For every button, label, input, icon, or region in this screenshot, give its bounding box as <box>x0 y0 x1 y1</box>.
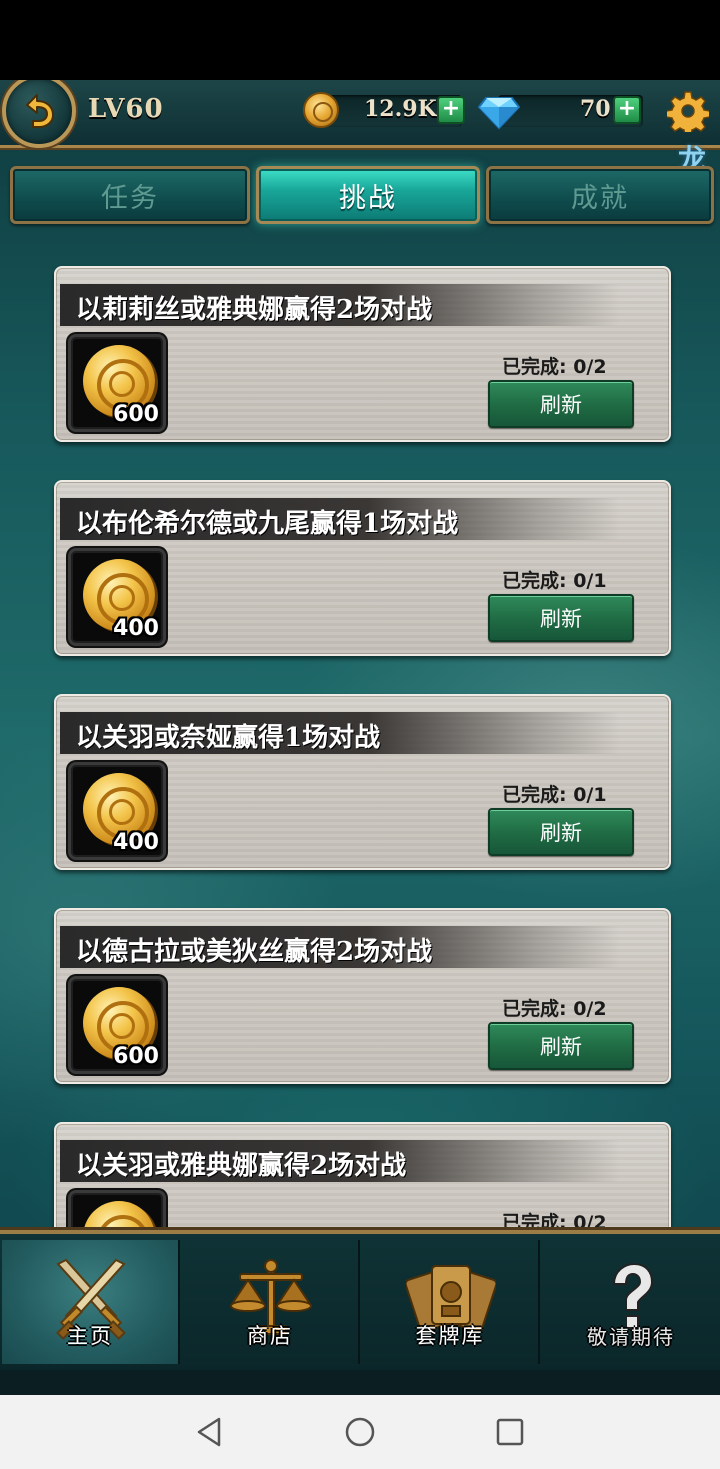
recent-apps-icon[interactable] <box>493 1415 527 1449</box>
reward-amount: 600 <box>113 1044 159 1069</box>
nav-label: 主页 <box>67 1324 113 1348</box>
challenge-title: 以关羽或雅典娜赢得2场对战 <box>76 1151 407 1181</box>
add-gem-button[interactable]: + <box>613 96 641 124</box>
game-screen: 以莉莉丝或雅典娜赢得2场对战 600 已完成: 0/2 刷新 以布伦希尔德或九尾… <box>0 80 720 1395</box>
refresh-button[interactable]: 刷新 <box>488 594 634 642</box>
status-bar <box>0 0 720 80</box>
reward-gold: 600 <box>68 334 166 432</box>
refresh-button[interactable]: 刷新 <box>488 1022 634 1070</box>
challenge-progress: 已完成: 0/2 <box>502 356 607 378</box>
back-button[interactable] <box>2 80 76 148</box>
gem-amount: 70 <box>580 96 611 122</box>
challenge-list[interactable]: 以莉莉丝或雅典娜赢得2场对战 600 已完成: 0/2 刷新 以布伦希尔德或九尾… <box>0 80 720 1230</box>
reward-gold: 600 <box>68 976 166 1074</box>
nav-coming-soon[interactable]: 敬请期待 <box>542 1240 720 1364</box>
home-circle-icon[interactable] <box>343 1415 377 1449</box>
reward-amount: 400 <box>113 830 159 855</box>
challenge-progress: 已完成: 0/2 <box>502 998 607 1020</box>
challenge-title: 以布伦希尔德或九尾赢得1场对战 <box>76 509 459 539</box>
challenge-card: 以莉莉丝或雅典娜赢得2场对战 600 已完成: 0/2 刷新 <box>54 266 671 442</box>
player-level: LV60 <box>88 94 164 124</box>
reward-amount: 600 <box>113 402 159 427</box>
tab-challenges[interactable]: 挑战 <box>256 166 480 224</box>
tab-achievements[interactable]: 成就 <box>486 166 714 224</box>
refresh-button[interactable]: 刷新 <box>488 808 634 856</box>
reward-gold: 400 <box>68 548 166 646</box>
challenge-card: 以关羽或奈娅赢得1场对战 400 已完成: 0/1 刷新 <box>54 694 671 870</box>
challenge-card: 以德古拉或美狄丝赢得2场对战 600 已完成: 0/2 刷新 <box>54 908 671 1084</box>
challenge-title: 以德古拉或美狄丝赢得2场对战 <box>76 937 433 967</box>
reward-amount: 400 <box>113 616 159 641</box>
challenge-card: 以关羽或雅典娜赢得2场对战 已完成: 0/2 刷新 <box>54 1122 671 1230</box>
add-gold-button[interactable]: + <box>437 96 465 124</box>
challenge-progress: 已完成: 0/2 <box>502 1212 607 1230</box>
nav-shop[interactable]: 商店 <box>182 1240 360 1364</box>
back-triangle-icon[interactable] <box>193 1415 227 1449</box>
reward-gold <box>68 1190 166 1230</box>
nav-home[interactable]: 主页 <box>2 1240 180 1364</box>
challenge-title: 以莉莉丝或雅典娜赢得2场对战 <box>76 295 433 325</box>
nav-deck[interactable]: 套牌库 <box>362 1240 540 1364</box>
refresh-button[interactable]: 刷新 <box>488 380 634 428</box>
reward-gold: 400 <box>68 762 166 860</box>
gold-coin-icon <box>303 92 339 128</box>
back-arrow-icon <box>26 94 54 128</box>
challenge-card: 以布伦希尔德或九尾赢得1场对战 400 已完成: 0/1 刷新 <box>54 480 671 656</box>
gold-coin-icon <box>83 1201 155 1230</box>
nav-label: 敬请期待 <box>587 1325 675 1349</box>
bottom-nav: 主页 商店 套牌库 敬请期待 <box>0 1230 720 1395</box>
nav-label: 商店 <box>247 1324 293 1348</box>
tab-tasks[interactable]: 任务 <box>10 166 250 224</box>
top-bar: LV60 12.9K + 70 + 龙 <box>0 80 720 176</box>
gear-icon[interactable] <box>667 90 709 132</box>
challenge-progress: 已完成: 0/1 <box>502 570 607 592</box>
system-nav-bar <box>0 1395 720 1469</box>
diamond-icon <box>478 97 520 130</box>
gold-amount: 12.9K <box>364 96 437 122</box>
challenge-title: 以关羽或奈娅赢得1场对战 <box>76 723 381 753</box>
challenge-progress: 已完成: 0/1 <box>502 784 607 806</box>
nav-label: 套牌库 <box>415 1324 485 1348</box>
